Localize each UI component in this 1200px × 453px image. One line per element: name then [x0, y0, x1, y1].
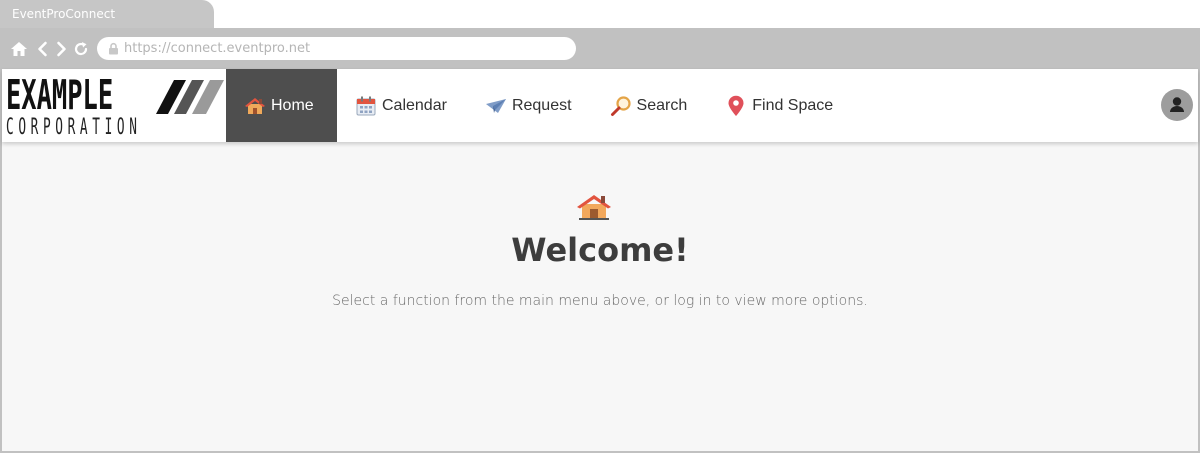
nav-item-request[interactable]: Request: [467, 69, 592, 142]
nav-label-search: Search: [636, 96, 688, 114]
site-header: EXAMPLE CORPORATION Home Calendar Reques…: [2, 69, 1198, 142]
paper-plane-icon: [485, 98, 506, 113]
nav-item-find-space[interactable]: Find Space: [707, 69, 853, 142]
browser-tab[interactable]: EventProConnect: [0, 0, 214, 28]
welcome-subtitle: Select a function from the main menu abo…: [332, 293, 868, 309]
home-icon[interactable]: [10, 40, 28, 58]
browser-tab-strip: EventProConnect: [0, 0, 1200, 28]
main-nav: Home Calendar Request Search Find Space: [226, 69, 853, 142]
user-avatar[interactable]: [1161, 89, 1193, 121]
nav-label-calendar: Calendar: [382, 96, 447, 114]
web-page: EXAMPLE CORPORATION Home Calendar Reques…: [0, 69, 1200, 453]
url-text: https://connect.eventpro.net: [124, 41, 311, 56]
nav-label-find-space: Find Space: [752, 96, 834, 114]
lock-icon: [109, 42, 118, 55]
magnifier-icon: [610, 95, 631, 116]
forward-icon[interactable]: [52, 40, 70, 58]
address-bar[interactable]: https://connect.eventpro.net: [97, 37, 576, 60]
nav-label-request: Request: [511, 96, 572, 114]
logo-text-line1: EXAMPLE: [6, 71, 114, 119]
house-icon: [577, 195, 611, 220]
nav-item-search[interactable]: Search: [592, 69, 708, 142]
calendar-icon: [356, 96, 376, 115]
map-pin-icon: [728, 95, 744, 116]
welcome-title: Welcome!: [511, 231, 689, 269]
reload-icon[interactable]: [72, 40, 90, 58]
company-logo[interactable]: EXAMPLE CORPORATION: [6, 71, 224, 140]
browser-toolbar: https://connect.eventpro.net: [0, 28, 1200, 69]
browser-tab-title: EventProConnect: [12, 7, 116, 21]
logo-slashes-icon: [156, 80, 224, 114]
back-icon[interactable]: [34, 40, 52, 58]
logo-text-line2: CORPORATION: [6, 115, 142, 140]
nav-item-home[interactable]: Home: [226, 69, 337, 142]
house-icon: [245, 97, 265, 114]
nav-item-calendar[interactable]: Calendar: [337, 69, 467, 142]
user-icon: [1170, 97, 1184, 112]
nav-label-home: Home: [271, 96, 314, 114]
